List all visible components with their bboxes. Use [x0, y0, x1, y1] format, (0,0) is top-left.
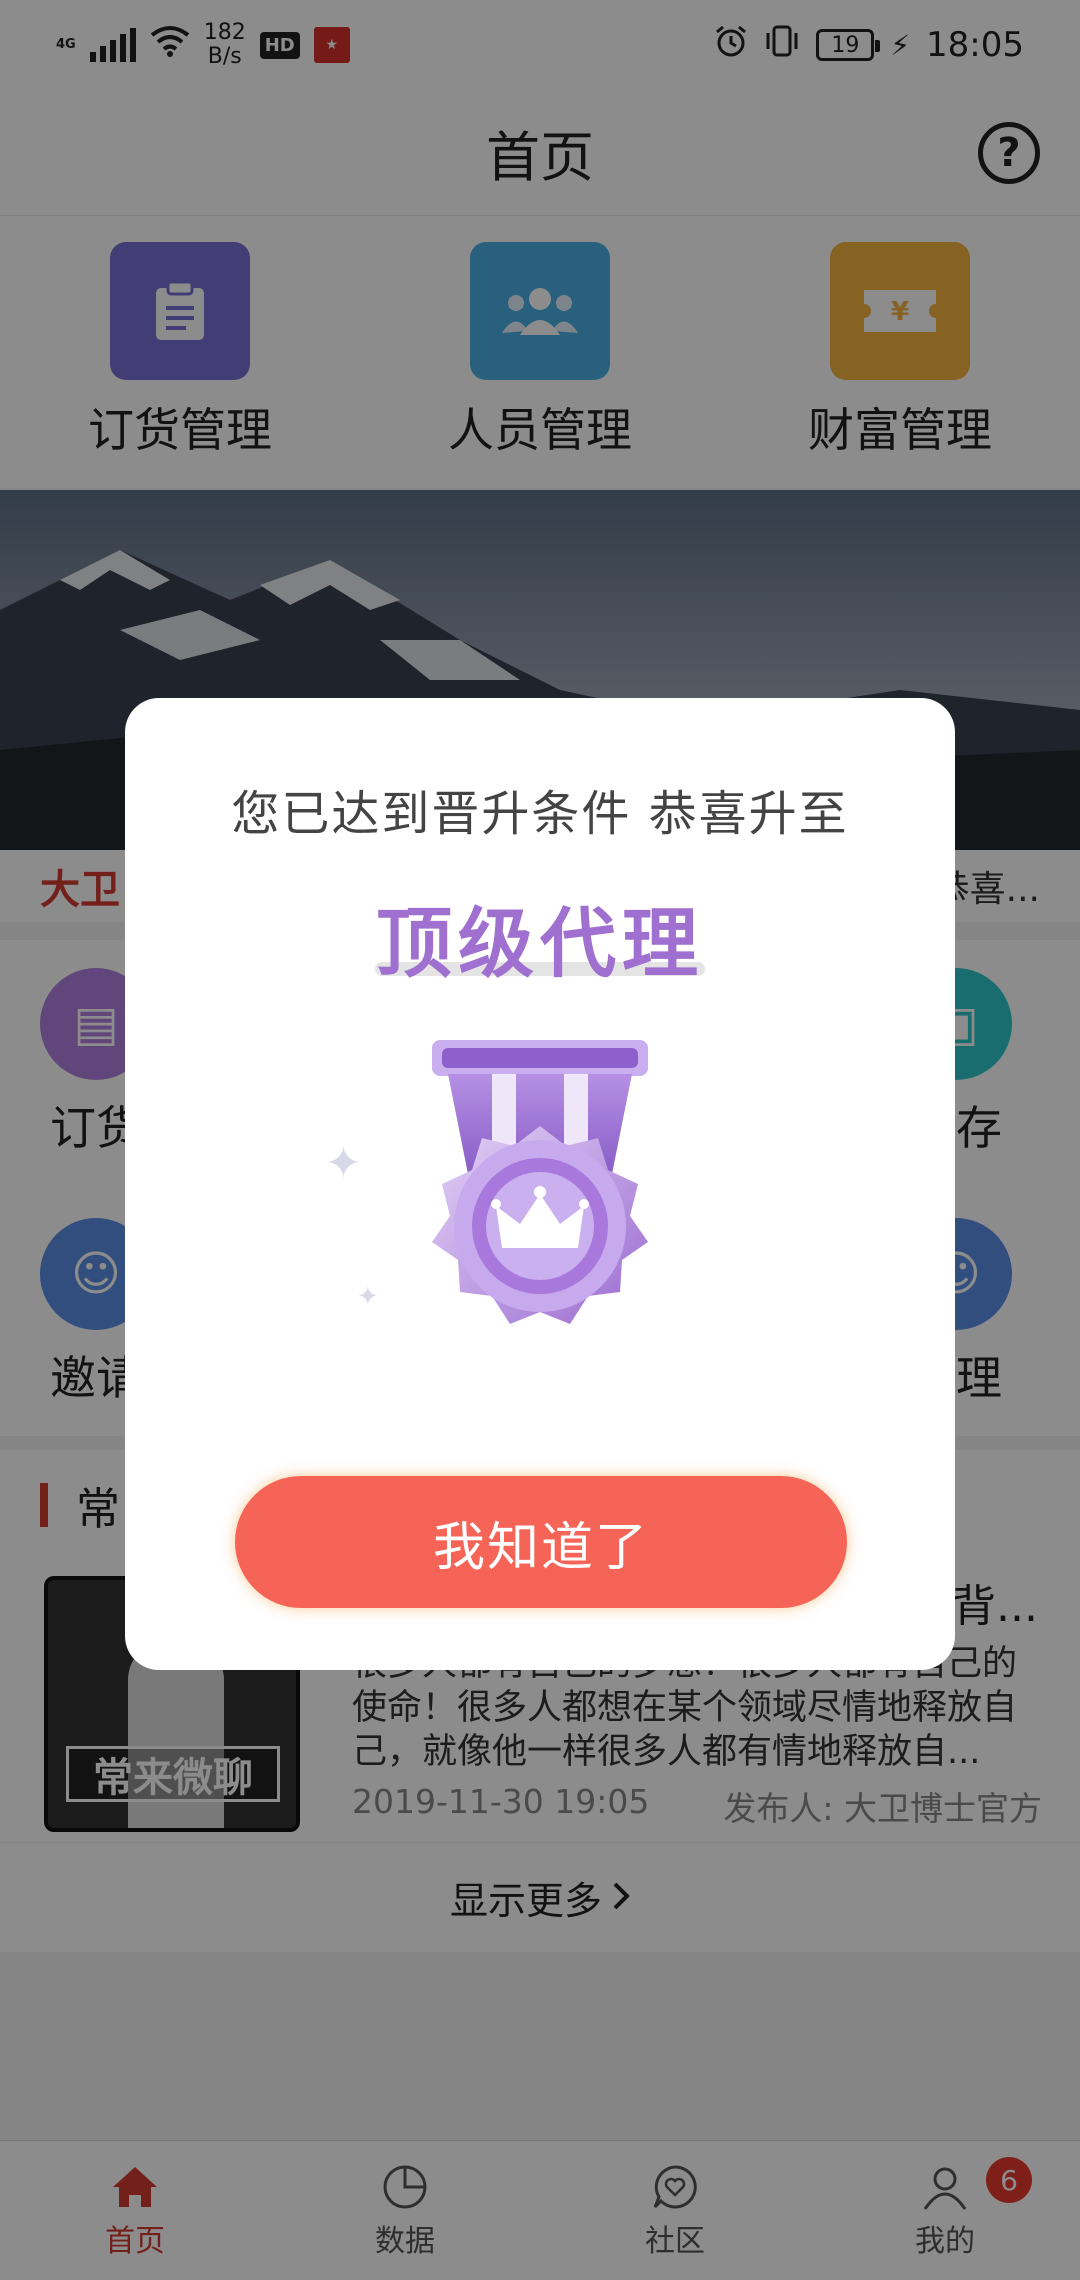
medal-icon: [380, 1034, 700, 1384]
promotion-dialog: 您已达到晋升条件 恭喜升至 顶级代理 ✦ ✦ 我知道了: [125, 698, 955, 1670]
acknowledge-button[interactable]: 我知道了: [235, 1476, 847, 1608]
dialog-level-title: 顶级代理: [376, 899, 704, 988]
sparkle-icon: ✦: [325, 1138, 362, 1189]
dialog-message: 您已达到晋升条件 恭喜升至: [231, 786, 849, 842]
sparkle-icon: ✦: [357, 1282, 379, 1312]
